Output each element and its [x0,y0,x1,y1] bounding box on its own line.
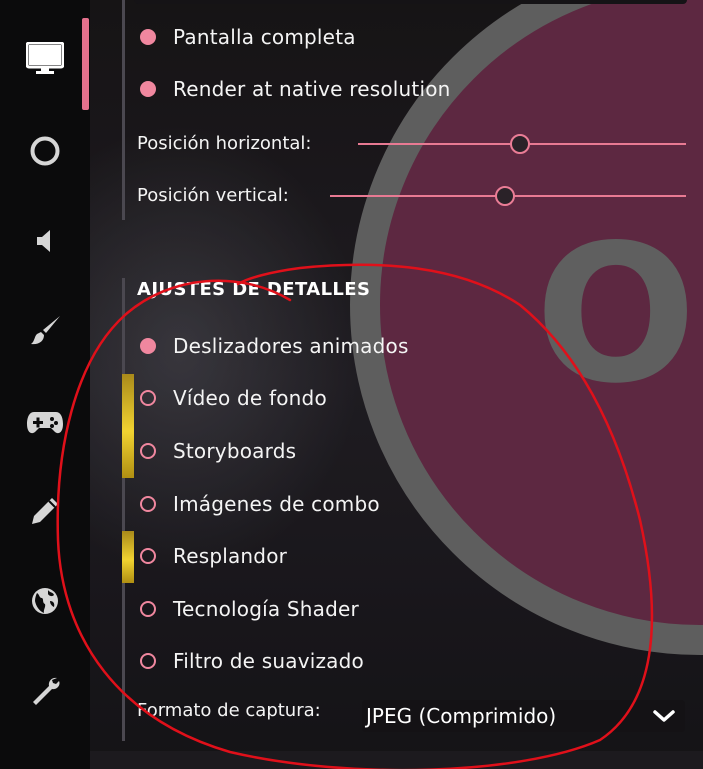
checkbox-indicator [140,601,156,617]
section-divider-display [122,0,125,220]
checkbox-indicator [140,443,156,459]
checkbox-background-video[interactable]: Vídeo de fondo [140,381,327,415]
checkbox-label: Pantalla completa [173,25,356,49]
checkbox-label: Storyboards [173,439,297,463]
screenshot-format-label: Formato de captura: [137,700,321,721]
highlight-bar-video-storyboards [122,374,134,478]
checkbox-combo-images[interactable]: Imágenes de combo [140,487,380,521]
checkbox-label: Filtro de suavizado [173,649,364,673]
checkbox-glow[interactable]: Resplandor [140,539,287,573]
sidebar-item-skin[interactable] [0,296,90,366]
previous-dropdown-edge [134,0,687,4]
section-title-detail-settings: AJUSTES DE DETALLES [137,279,371,300]
checkbox-label: Imágenes de combo [173,492,380,516]
checkbox-indicator [140,338,156,354]
highlight-bar-glow [122,531,134,583]
gamepad-icon [25,403,65,443]
checkbox-indicator [140,496,156,512]
monitor-icon [25,39,65,79]
settings-sidebar [0,0,90,769]
bottom-strip [90,751,703,769]
checkbox-storyboards[interactable]: Storyboards [140,434,296,468]
chevron-down-icon [651,706,677,726]
checkbox-native-resolution[interactable]: Render at native resolution [140,72,451,106]
wrench-icon [25,671,65,711]
sidebar-item-audio[interactable] [0,206,90,276]
checkbox-antialiasing-filter[interactable]: Filtro de suavizado [140,644,364,678]
checkbox-indicator [140,653,156,669]
paintbrush-icon [25,311,65,351]
checkbox-shader-technology[interactable]: Tecnología Shader [140,592,359,626]
checkbox-animated-sliders[interactable]: Deslizadores animados [140,329,409,363]
sidebar-item-editor[interactable] [0,476,90,546]
horizontal-position-label: Posición horizontal: [137,132,312,154]
checkbox-fullscreen[interactable]: Pantalla completa [140,20,356,54]
vertical-position-label: Posición vertical: [137,184,289,206]
speaker-icon [25,221,65,261]
screenshot-format-dropdown[interactable]: JPEG (Comprimido) [362,700,685,732]
checkbox-label: Render at native resolution [173,77,451,101]
pencil-icon [25,491,65,531]
checkbox-label: Resplandor [173,544,288,568]
sidebar-item-input[interactable] [0,388,90,458]
checkbox-label: Tecnología Shader [173,597,359,621]
horizontal-position-row: Posición horizontal: [137,126,312,160]
checkbox-indicator [140,390,156,406]
horizontal-position-thumb[interactable] [509,134,530,154]
vertical-position-row: Posición vertical: [137,178,289,212]
checkbox-label: Vídeo de fondo [173,386,327,410]
sidebar-item-display[interactable] [0,24,90,94]
checkbox-indicator [140,81,156,97]
section-divider-details [122,278,125,741]
globe-icon [25,581,65,621]
sidebar-item-maintenance[interactable] [0,656,90,726]
checkbox-indicator [140,29,156,45]
screenshot-format-value: JPEG (Comprimido) [366,704,557,728]
checkbox-label: Deslizadores animados [173,334,409,358]
checkbox-indicator [140,548,156,564]
circle-icon [25,131,65,171]
sidebar-item-online[interactable] [0,566,90,636]
sidebar-item-circle[interactable] [0,116,90,186]
